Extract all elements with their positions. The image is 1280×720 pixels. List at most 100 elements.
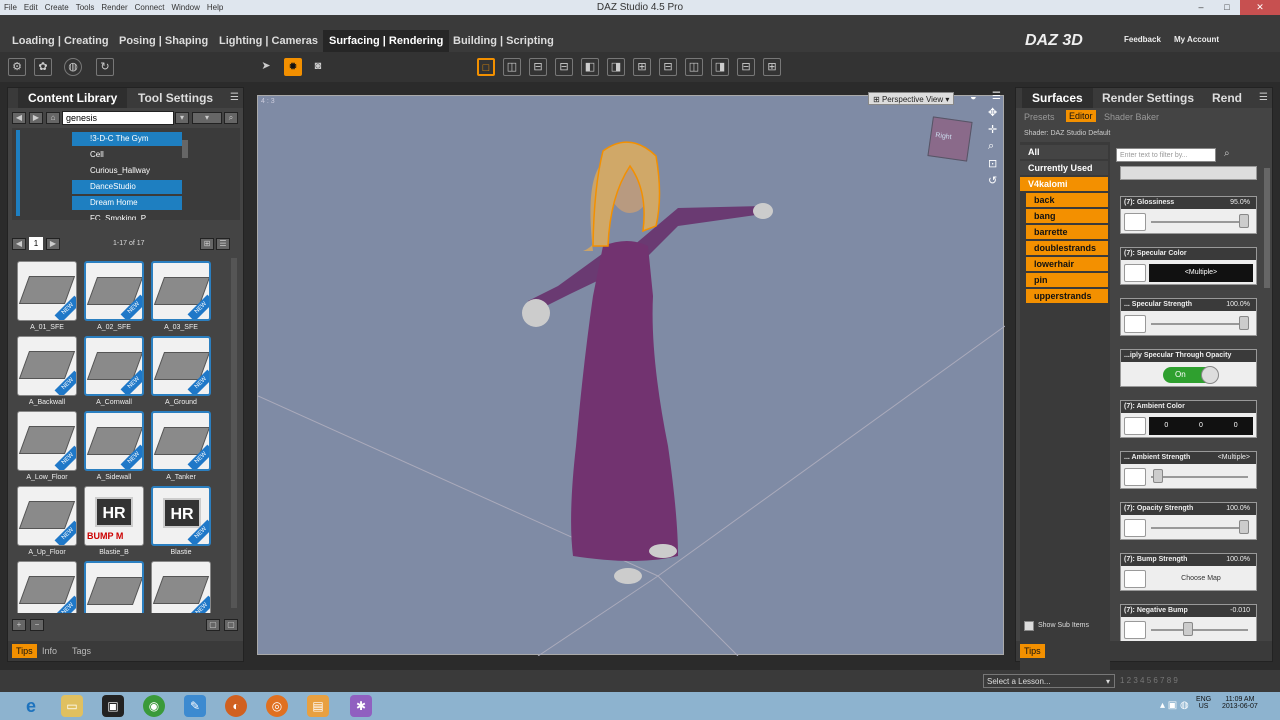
category-back[interactable]: back — [1026, 193, 1108, 207]
thumbnail[interactable]: NEW — [151, 561, 211, 613]
panel-menu-icon[interactable]: ☰ — [1259, 92, 1268, 103]
map-button[interactable] — [1124, 519, 1146, 537]
thumbnail[interactable]: NEW — [151, 411, 211, 471]
layout-single-icon[interactable]: □ — [477, 58, 495, 76]
camera-icon[interactable]: ◙ — [309, 58, 327, 76]
info-tab[interactable]: Info — [38, 644, 61, 658]
close-button[interactable]: ✕ — [1240, 0, 1280, 15]
layout-split-v-icon[interactable]: ◫ — [503, 58, 521, 76]
tree-item[interactable]: Cell — [72, 148, 182, 162]
tab-surfaces[interactable]: Surfaces — [1022, 88, 1093, 108]
back-icon[interactable]: ◀ — [12, 112, 26, 124]
thumbnail[interactable]: NEW — [151, 261, 211, 321]
slider-knob[interactable] — [1239, 316, 1249, 330]
map-button[interactable] — [1124, 315, 1146, 333]
next-page-icon[interactable]: ▶ — [46, 238, 60, 250]
slider-track[interactable] — [1151, 323, 1248, 325]
property-widget[interactable]: (7): Ambient Color 0 0 0 — [1120, 400, 1257, 438]
globe-icon[interactable]: ◍ — [64, 58, 82, 76]
slider-knob[interactable] — [1153, 469, 1163, 483]
layout-three-e-icon[interactable]: ⊟ — [737, 58, 755, 76]
layout-split-h-icon[interactable]: ⊟ — [529, 58, 547, 76]
layout-three-icon[interactable]: ⊞ — [633, 58, 651, 76]
refresh-icon[interactable]: ↻ — [96, 58, 114, 76]
app-icon[interactable]: ✎ — [184, 695, 206, 717]
tree-item[interactable]: DanceStudio — [72, 180, 182, 194]
map-button[interactable] — [1124, 468, 1146, 486]
thumbnail[interactable]: NEW — [17, 561, 77, 613]
tree-item[interactable]: Dream Home — [72, 196, 182, 210]
page-number[interactable]: 1 — [29, 237, 43, 250]
pan-icon[interactable]: ✛ — [988, 123, 1002, 136]
reset-icon[interactable]: ↺ — [988, 174, 1002, 187]
category-v4kalomi[interactable]: V4kalomi — [1020, 177, 1108, 191]
category-upperstrands[interactable]: upperstrands — [1026, 289, 1108, 303]
property-widget[interactable]: ... Ambient Strength <Multiple> — [1120, 451, 1257, 489]
explorer-icon[interactable]: ▭ — [61, 695, 83, 717]
property-widget[interactable]: (7): Glossiness 95.0% — [1120, 196, 1257, 234]
filter-input[interactable]: Enter text to filter by... — [1116, 148, 1216, 162]
tab-render-settings[interactable]: Render Settings — [1092, 88, 1204, 108]
lesson-select[interactable]: Select a Lesson... ▾ — [983, 674, 1115, 688]
media-icon[interactable]: ▣ — [102, 695, 124, 717]
tags-tab[interactable]: Tags — [68, 644, 95, 658]
tab-presets[interactable]: Presets — [1024, 112, 1055, 122]
layout-left-icon[interactable]: ◧ — [581, 58, 599, 76]
tab-building-scripting[interactable]: Building | Scripting — [447, 30, 560, 52]
tray-icons[interactable]: ▴ ▣ ◍ — [1160, 700, 1189, 711]
tab-loading-creating[interactable]: Loading | Creating — [6, 30, 115, 52]
layout-three-c-icon[interactable]: ◫ — [685, 58, 703, 76]
tree-item[interactable]: !3-D-C The Gym — [72, 132, 182, 146]
slider-knob[interactable] — [1239, 214, 1249, 228]
add-icon[interactable]: + — [12, 619, 26, 631]
forward-icon[interactable]: ▶ — [29, 112, 43, 124]
thumbnail[interactable]: NEW — [84, 336, 144, 396]
category-all[interactable]: All — [1020, 145, 1108, 159]
account-link[interactable]: My Account — [1174, 35, 1219, 44]
category-bang[interactable]: bang — [1026, 209, 1108, 223]
tips-tab[interactable]: Tips — [12, 644, 37, 658]
orbit-icon[interactable]: ✥ — [988, 106, 1002, 119]
property-widget[interactable]: (7): Opacity Strength 100.0% — [1120, 502, 1257, 540]
thumbnail[interactable]: NEW — [84, 411, 144, 471]
tab-surfacing-rendering[interactable]: Surfacing | Rendering — [323, 30, 450, 52]
view-cube[interactable]: Right — [927, 116, 973, 162]
map-button[interactable] — [1124, 417, 1146, 435]
figure[interactable] — [522, 141, 773, 584]
map-button[interactable] — [1124, 264, 1146, 282]
maximize-button[interactable]: □ — [1214, 0, 1240, 15]
property-widget[interactable]: (7): Negative Bump -0.010 — [1120, 604, 1257, 642]
map-button[interactable] — [1124, 621, 1146, 639]
pointer-icon[interactable]: ➤ — [257, 58, 275, 76]
clock[interactable]: 11:09 AM 2013-06-07 — [1222, 696, 1258, 710]
collapse-icon[interactable]: ▢ — [206, 619, 220, 631]
language-indicator[interactable]: ENG US — [1196, 696, 1211, 710]
thumbnail[interactable]: NEW — [17, 261, 77, 321]
slider-track[interactable] — [1151, 221, 1248, 223]
property-widget[interactable]: ... Specular Strength 100.0% — [1120, 298, 1257, 336]
firefox-icon[interactable]: ◐ — [225, 695, 247, 717]
gear-icon[interactable]: ✿ — [34, 58, 52, 76]
search-input[interactable]: genesis — [62, 111, 174, 125]
panel-menu-icon[interactable]: ☰ — [230, 92, 239, 103]
category-doublestrands[interactable]: doublestrands — [1026, 241, 1108, 255]
surface-selection-icon[interactable]: ✹ — [284, 58, 302, 76]
layout-right-icon[interactable]: ◨ — [607, 58, 625, 76]
thumbnail[interactable]: NEW — [17, 411, 77, 471]
tab-shader-baker[interactable]: Shader Baker — [1104, 112, 1159, 122]
property-widget[interactable]: (7): Bump Strength 100.0% Choose Map — [1120, 553, 1257, 591]
map-button[interactable] — [1124, 570, 1146, 588]
tips-tab[interactable]: Tips — [1020, 644, 1045, 658]
view-mode-icon[interactable]: ⊞ — [200, 238, 214, 250]
layout-four-icon[interactable]: ⊞ — [763, 58, 781, 76]
chrome-icon[interactable]: ◉ — [143, 695, 165, 717]
property-widget[interactable]: (7): Specular Color <Multiple> — [1120, 247, 1257, 285]
tab-content-library[interactable]: Content Library — [18, 88, 128, 108]
ie-icon[interactable]: e — [20, 695, 42, 717]
slider-track[interactable] — [1151, 629, 1248, 631]
tab-lighting-cameras[interactable]: Lighting | Cameras — [213, 30, 324, 52]
tab-tool-settings[interactable]: Tool Settings — [128, 88, 223, 108]
remove-icon[interactable]: − — [30, 619, 44, 631]
thumbnail[interactable]: NEW — [17, 486, 77, 546]
slider-knob[interactable] — [1239, 520, 1249, 534]
